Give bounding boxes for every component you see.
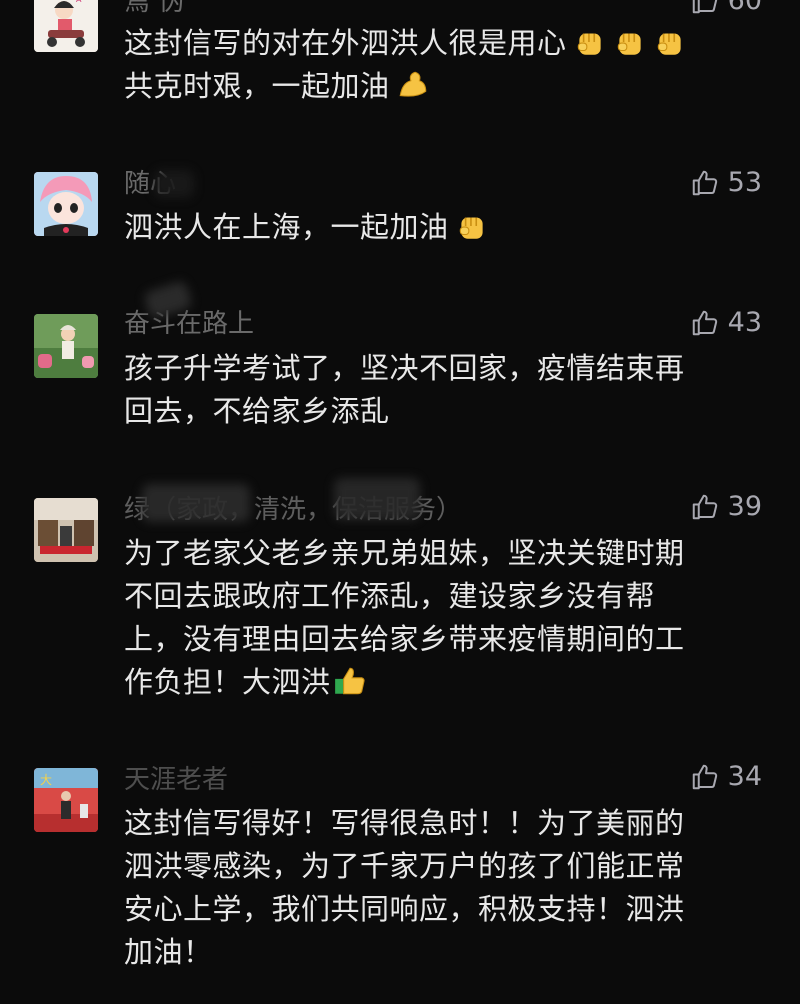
- anime-girl-avatar-icon: [34, 172, 98, 236]
- comment-line: 不回去跟政府工作添乱，建设家乡没有帮: [124, 579, 656, 613]
- thumbs-up-icon: [692, 764, 717, 790]
- like-button[interactable]: 60: [690, 0, 762, 18]
- child-photo-avatar-icon: [34, 314, 98, 378]
- like-count: 39: [727, 491, 762, 522]
- comment-line: 为了老家父老乡亲兄弟姐妹，坚决关键时期: [124, 536, 685, 570]
- avatar[interactable]: 大: [34, 768, 98, 832]
- avatar[interactable]: [34, 314, 98, 378]
- like-button[interactable]: 34: [690, 760, 762, 794]
- like-button[interactable]: 39: [690, 490, 762, 524]
- comment-text: 这封信写得好！写得很急时！！为了美丽的 泗洪零感染，为了千家万户的孩了们能正常 …: [124, 802, 764, 974]
- comment-line: 这封信写的对在外泗洪人很是用心: [124, 22, 764, 65]
- comment-line: 上，没有理由回去给家乡带来疫情期间的工: [124, 622, 685, 656]
- comment-text: 泗洪人在上海，一起加油: [124, 206, 764, 249]
- thumbs-up-icon: [692, 310, 717, 336]
- thumbs-up-emoji-icon: [334, 667, 365, 695]
- like-count: 43: [727, 307, 762, 338]
- like-button[interactable]: 43: [690, 306, 762, 340]
- comment-line: 回去，不给家乡添乱: [124, 394, 390, 428]
- comment-text: 孩子升学考试了，坚决不回家，疫情结束再 回去，不给家乡添乱: [124, 347, 764, 433]
- raised-fist-emoji-icon: [459, 217, 483, 239]
- flexed-biceps-emoji-icon: [399, 71, 426, 97]
- comment-username[interactable]: 奋斗在路上: [124, 308, 254, 340]
- shop-photo-avatar-icon: [34, 498, 98, 562]
- comment-line: 孩子升学考试了，坚决不回家，疫情结束再: [124, 351, 685, 385]
- comment-line: 作负担！大泗洪: [124, 661, 764, 704]
- comment-username[interactable]: 焉 伪: [124, 0, 184, 18]
- thumbs-up-icon: [692, 170, 717, 196]
- username-redaction: [154, 170, 194, 198]
- username-redaction: [334, 478, 420, 520]
- like-button[interactable]: 53: [690, 166, 762, 200]
- raised-fist-emoji-icon: [577, 33, 601, 55]
- thumbs-up-icon: [692, 494, 717, 520]
- comment-line: 加油！: [124, 935, 213, 969]
- raised-fist-emoji-icon: [657, 33, 681, 55]
- avatar[interactable]: A: [34, 0, 98, 52]
- like-count: 34: [727, 761, 762, 792]
- like-count: 53: [727, 167, 762, 198]
- thumbs-up-icon: [692, 0, 717, 14]
- comment-line: 共克时艰，一起加油: [124, 65, 764, 108]
- comment-line: 泗洪人在上海，一起加油: [124, 206, 764, 249]
- comment-line: 安心上学，我们共同响应，积极支持！泗洪: [124, 892, 685, 926]
- username-redaction: [142, 484, 250, 522]
- stage-photo-avatar-icon: 大: [34, 768, 98, 832]
- like-count: 60: [727, 0, 762, 16]
- cartoon-scooter-avatar-icon: A: [34, 0, 98, 52]
- comment-line: 这封信写得好！写得很急时！！为了美丽的: [124, 806, 685, 840]
- raised-fist-emoji-icon: [617, 33, 641, 55]
- avatar[interactable]: [34, 498, 98, 562]
- comment-text: 这封信写的对在外泗洪人很是用心 共克时艰，一起加油: [124, 22, 764, 108]
- avatar[interactable]: [34, 172, 98, 236]
- comment-line: 泗洪零感染，为了千家万户的孩了们能正常: [124, 849, 685, 883]
- comment-username[interactable]: 天涯老者: [124, 764, 228, 796]
- comment-text: 为了老家父老乡亲兄弟姐妹，坚决关键时期 不回去跟政府工作添乱，建设家乡没有帮 上…: [124, 532, 764, 704]
- svg-text:大: 大: [40, 773, 52, 787]
- svg-text:A: A: [76, 0, 82, 4]
